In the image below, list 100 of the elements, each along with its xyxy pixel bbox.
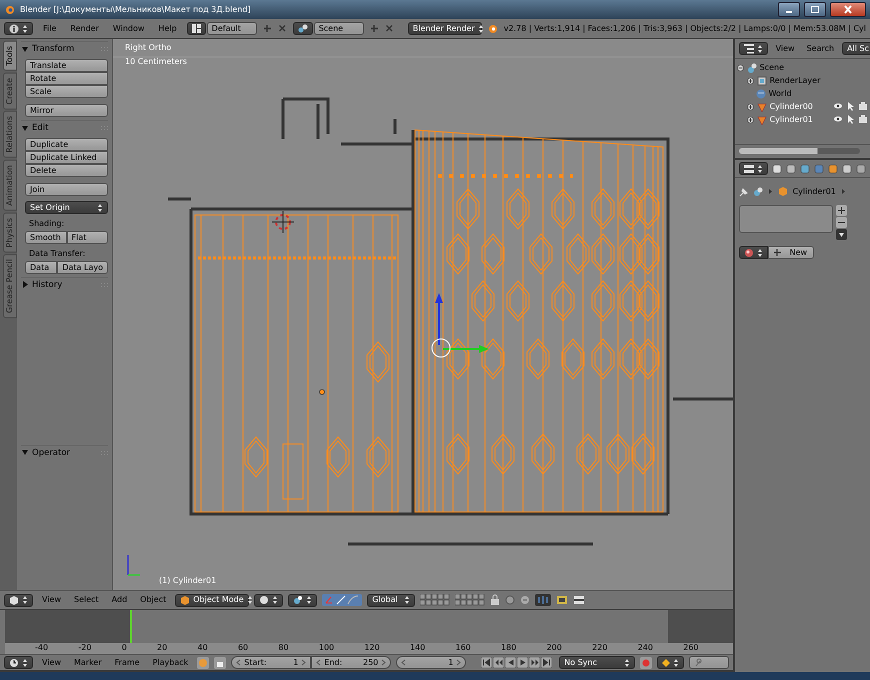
layout-name-field[interactable]: Default xyxy=(206,22,257,35)
layer-grid-icon[interactable] xyxy=(420,594,450,606)
tool-button[interactable]: Translate xyxy=(25,59,108,72)
outliner-item[interactable]: RenderLayer xyxy=(770,76,820,86)
panel-header[interactable]: History xyxy=(21,276,108,292)
shading-dropdown[interactable] xyxy=(254,594,284,606)
keying-set-field[interactable] xyxy=(689,656,729,669)
scrollbar[interactable] xyxy=(738,148,860,154)
tool-button[interactable]: Flat xyxy=(66,230,108,244)
eye-icon[interactable] xyxy=(834,102,842,110)
tool-tab[interactable]: Relations xyxy=(3,111,17,158)
minimize-button[interactable] xyxy=(778,2,800,17)
expand-toggle-icon[interactable] xyxy=(746,76,754,84)
pivot-dropdown[interactable] xyxy=(288,594,318,606)
manipulator-axes-icon[interactable] xyxy=(322,594,362,606)
maximize-button[interactable] xyxy=(804,2,826,17)
tool-button[interactable]: Duplicate Linked xyxy=(25,151,108,164)
menu-item[interactable]: Object xyxy=(136,595,170,605)
menu-item[interactable]: View xyxy=(38,595,65,605)
menu-item[interactable]: Playback xyxy=(148,658,192,668)
tool-button[interactable]: Delete xyxy=(25,164,108,178)
tool-button[interactable]: Scale xyxy=(25,85,108,98)
expanded-triangle-icon[interactable] xyxy=(21,448,29,458)
editor-type-button[interactable] xyxy=(738,162,768,175)
expand-toggle-icon[interactable] xyxy=(746,102,754,110)
panel-header[interactable]: Edit xyxy=(21,120,108,136)
scene-selector[interactable] xyxy=(292,22,313,35)
outliner-item[interactable]: Cylinder00 xyxy=(770,102,813,112)
camera-icon[interactable] xyxy=(859,115,867,123)
expanded-triangle-icon[interactable] xyxy=(21,124,29,133)
layer-grid-icon[interactable] xyxy=(455,594,486,606)
scene-name-field[interactable]: Scene xyxy=(314,22,364,35)
tool-tab[interactable]: Physics xyxy=(3,212,17,252)
menu-item[interactable]: File xyxy=(39,24,60,34)
menu-item[interactable]: Help xyxy=(154,24,181,34)
tool-tab[interactable]: Create xyxy=(3,72,17,110)
next-keyframe-icon[interactable] xyxy=(529,657,540,668)
tool-tab[interactable]: Grease Pencil xyxy=(3,254,17,319)
panel-header[interactable]: Transform xyxy=(21,41,108,56)
collapsed-triangle-icon[interactable] xyxy=(21,280,29,290)
panel-header[interactable]: Operator xyxy=(21,444,108,460)
end-frame-field[interactable]: End: 250 xyxy=(311,656,392,669)
tool-button[interactable]: Duplicate xyxy=(25,138,108,152)
menu-item[interactable]: View xyxy=(38,658,65,668)
camera-icon[interactable] xyxy=(859,102,867,110)
collapse-toggle-icon[interactable] xyxy=(736,64,744,72)
close-icon[interactable] xyxy=(384,24,394,33)
display-mode-dropdown[interactable]: All Sc xyxy=(842,42,870,55)
tool-button[interactable]: Data Layo xyxy=(57,260,108,274)
previous-keyframe-icon[interactable] xyxy=(493,657,504,668)
layout-selector[interactable] xyxy=(186,22,206,35)
close-icon[interactable] xyxy=(278,24,287,33)
tool-tab[interactable]: Tools xyxy=(3,41,17,71)
menu-item[interactable]: View xyxy=(772,44,799,54)
editor-type-button[interactable] xyxy=(4,656,33,669)
close-button[interactable] xyxy=(830,2,866,17)
tool-tab[interactable]: Animation xyxy=(3,160,17,211)
translate-gizmo-icon[interactable] xyxy=(432,293,489,358)
keyframe-type-dropdown[interactable] xyxy=(657,656,684,669)
tool-button[interactable]: Data xyxy=(25,260,58,274)
menu-item[interactable]: Window xyxy=(108,24,148,34)
render-image-icon[interactable] xyxy=(556,594,568,606)
add-icon[interactable] xyxy=(370,24,379,33)
eye-icon[interactable] xyxy=(834,115,842,123)
render-engine-dropdown[interactable]: Blender Render xyxy=(408,22,482,35)
add-icon[interactable] xyxy=(262,24,272,33)
new-material-button[interactable]: New xyxy=(768,246,814,259)
menu-item[interactable]: Render xyxy=(66,24,103,34)
current-frame-field[interactable]: 1 xyxy=(396,656,466,669)
menu-item[interactable]: Search xyxy=(802,44,838,54)
remove-icon[interactable] xyxy=(836,217,847,228)
jump-end-icon[interactable] xyxy=(541,657,552,668)
editor-type-button[interactable] xyxy=(4,594,33,606)
menu-item[interactable]: Frame xyxy=(110,658,144,668)
circle-icon[interactable] xyxy=(505,594,516,606)
menu-item[interactable]: Marker xyxy=(70,658,106,668)
play-reverse-icon[interactable] xyxy=(505,657,516,668)
expand-toggle-icon[interactable] xyxy=(746,116,754,124)
jump-start-icon[interactable] xyxy=(481,657,492,668)
menu-item[interactable]: Select xyxy=(70,595,103,605)
editor-type-button[interactable] xyxy=(4,22,33,35)
outliner-item[interactable]: Scene xyxy=(760,62,784,72)
material-browse-button[interactable] xyxy=(738,246,768,259)
pin-icon[interactable] xyxy=(738,186,748,196)
tool-button[interactable]: Smooth xyxy=(25,230,66,244)
add-icon[interactable] xyxy=(836,205,847,216)
tool-button[interactable]: Rotate xyxy=(25,72,108,86)
play-icon[interactable] xyxy=(517,657,528,668)
start-frame-field[interactable]: Start: 1 xyxy=(231,656,312,669)
sync-dropdown[interactable]: No Sync xyxy=(559,656,636,669)
set-origin-dropdown[interactable]: Set Origin xyxy=(25,201,108,214)
tool-button[interactable]: Mirror xyxy=(25,104,108,118)
outliner-item[interactable]: Cylinder01 xyxy=(770,114,813,124)
outliner-item[interactable]: World xyxy=(768,88,792,98)
tool-button[interactable]: Join xyxy=(25,183,108,196)
3d-cursor-icon[interactable] xyxy=(272,210,294,234)
orientation-dropdown[interactable]: Global xyxy=(367,594,416,606)
mode-dropdown[interactable]: Object Mode xyxy=(175,594,250,606)
expanded-triangle-icon[interactable] xyxy=(21,44,29,54)
menu-item[interactable]: Add xyxy=(108,595,132,605)
